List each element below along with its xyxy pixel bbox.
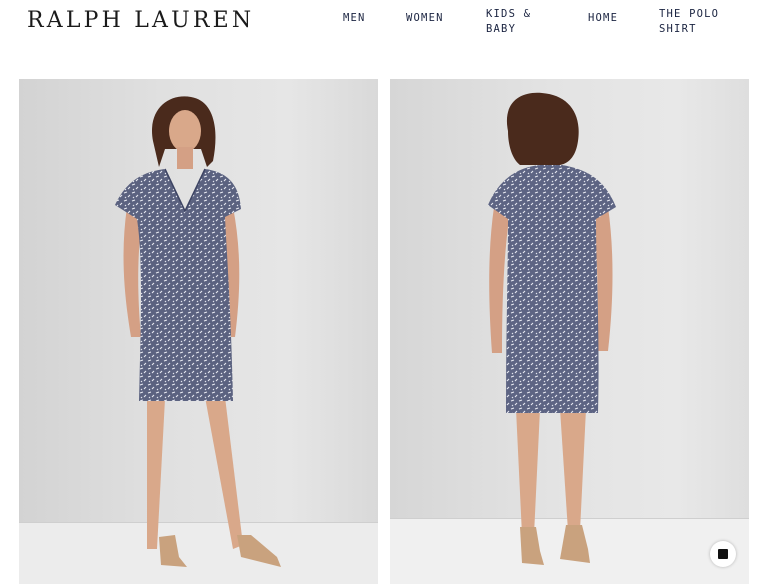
site-header: RALPH LAUREN MEN WOMEN KIDS & BABY HOME … [0, 0, 759, 60]
product-image-front[interactable] [19, 79, 378, 584]
brand-logo[interactable]: RALPH LAUREN [27, 8, 254, 33]
model-front-illustration [115, 96, 281, 567]
nav-kids-baby[interactable]: KIDS & BABY [486, 7, 546, 37]
nav-men[interactable]: MEN [343, 11, 366, 26]
nav-home[interactable]: HOME [588, 11, 618, 26]
model-back-illustration [488, 92, 616, 565]
product-image-back[interactable] [390, 79, 749, 584]
chat-stop-icon [718, 549, 728, 559]
nav-women[interactable]: WOMEN [406, 11, 444, 26]
chat-button[interactable] [710, 541, 736, 567]
nav-the-polo-shirt[interactable]: THE POLO SHIRT [659, 7, 739, 37]
